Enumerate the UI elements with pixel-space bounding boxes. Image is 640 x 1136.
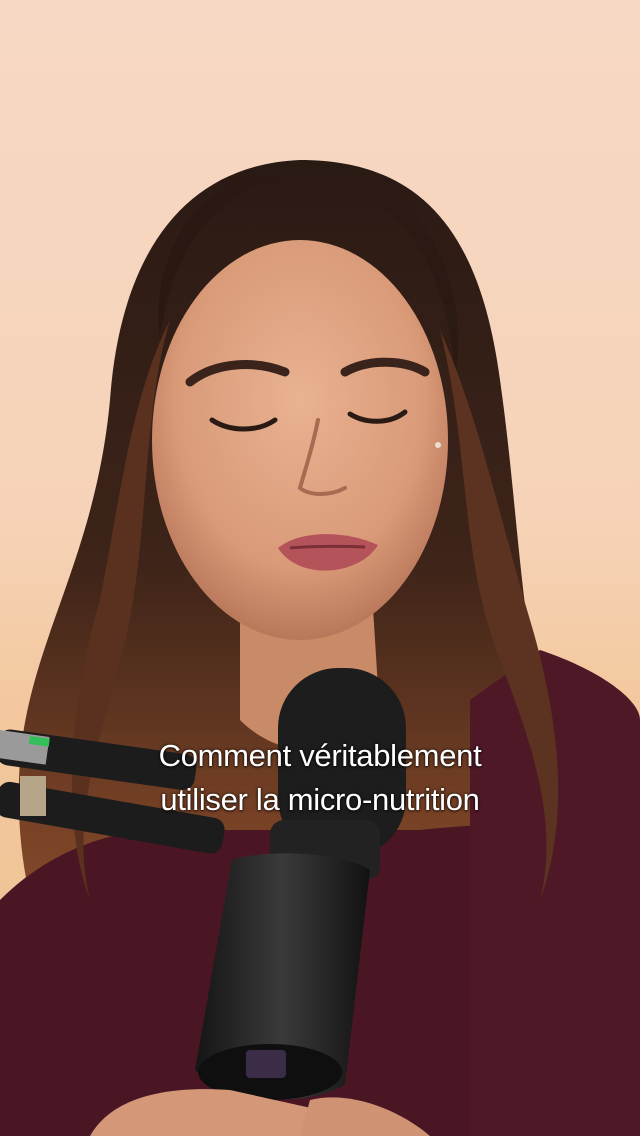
video-still [0, 160, 640, 1136]
caption-line-1: Comment véritablement [158, 738, 482, 773]
video-caption: Comment véritablement utiliser la micro-… [0, 734, 640, 822]
video-frame: Comment véritablement utiliser la micro-… [0, 0, 640, 1136]
caption-line-2: utiliser la micro-nutrition [160, 782, 480, 817]
face [152, 240, 448, 640]
